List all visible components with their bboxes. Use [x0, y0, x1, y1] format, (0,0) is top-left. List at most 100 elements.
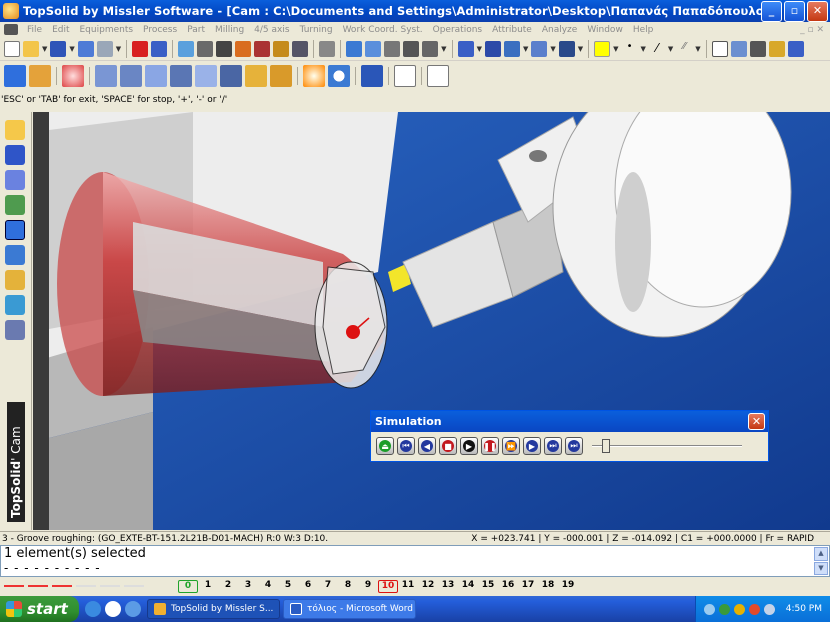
menu-4-5-axis[interactable]: 4/5 axis: [249, 25, 294, 35]
filter-icon[interactable]: [384, 40, 401, 57]
nc-file-icon[interactable]: [394, 65, 416, 87]
magnet-icon[interactable]: [403, 40, 420, 57]
maximize-button[interactable]: ▫: [784, 0, 805, 22]
cam-mode-icon[interactable]: [5, 220, 25, 240]
alert-icon[interactable]: [748, 603, 760, 615]
layer-13[interactable]: 13: [438, 580, 458, 593]
document-window-controls[interactable]: _ ▫ ✕: [800, 25, 830, 35]
postprocessor-icon[interactable]: [361, 65, 383, 87]
color-swatch-icon[interactable]: [594, 40, 611, 57]
drilling-op-icon[interactable]: [220, 65, 242, 87]
facing-op-icon[interactable]: [95, 65, 117, 87]
threading-op-icon[interactable]: [195, 65, 217, 87]
slider-thumb[interactable]: [601, 439, 610, 453]
layer-14[interactable]: 14: [458, 580, 478, 593]
new-file-icon[interactable]: [4, 40, 20, 57]
turning-part-icon[interactable]: [29, 65, 51, 87]
menu-milling[interactable]: Milling: [210, 25, 249, 35]
line-preset-white-3[interactable]: [124, 585, 144, 587]
layer-15[interactable]: 15: [478, 580, 498, 593]
task-word[interactable]: τόλιος - Microsoft Word: [283, 599, 416, 619]
show-desktop-icon[interactable]: [125, 601, 141, 617]
draft-icon[interactable]: [5, 270, 25, 290]
volume-icon[interactable]: [763, 603, 775, 615]
scroll-up-icon[interactable]: ▲: [814, 547, 828, 561]
menu-turning[interactable]: Turning: [295, 25, 338, 35]
surface-tool-icon[interactable]: [5, 195, 25, 215]
layer-18[interactable]: 18: [538, 580, 558, 593]
layer-8[interactable]: 8: [338, 580, 358, 593]
sim-fast-forward-button[interactable]: ⏩: [502, 437, 520, 455]
menu-help[interactable]: Help: [628, 25, 659, 35]
close-button[interactable]: ✕: [807, 0, 828, 22]
select-icon[interactable]: [346, 40, 363, 57]
wire-icon[interactable]: [197, 40, 214, 57]
sim-end-button[interactable]: ⏭: [565, 437, 583, 455]
menu-part[interactable]: Part: [182, 25, 210, 35]
layer-10[interactable]: 10: [378, 579, 398, 593]
line-pattern-icon[interactable]: ⁄⁄: [676, 41, 692, 57]
scroll-down-icon[interactable]: ▼: [814, 561, 828, 575]
layer-icon[interactable]: [711, 40, 728, 57]
menu-work-coord-syst[interactable]: Work Coord. Syst.: [338, 25, 428, 35]
fixture-icon[interactable]: [273, 40, 290, 57]
save-icon[interactable]: [50, 40, 67, 57]
media-icon[interactable]: [105, 601, 121, 617]
line-preset-solid-red[interactable]: [52, 585, 72, 587]
sim-home-button[interactable]: ⏏: [376, 437, 394, 455]
tool-icon[interactable]: [235, 40, 252, 57]
grooving-op-icon[interactable]: [170, 65, 192, 87]
cross-select-icon[interactable]: [365, 40, 382, 57]
line-preset-dashdot-red[interactable]: [28, 585, 48, 587]
pan-icon[interactable]: [558, 40, 575, 57]
help-icon[interactable]: [787, 40, 804, 57]
line-style-icon[interactable]: ⁄: [649, 41, 665, 57]
undo-icon[interactable]: [151, 40, 168, 57]
setup-sheet-icon[interactable]: [427, 65, 449, 87]
curve-tool-icon[interactable]: [5, 170, 25, 190]
line-preset-white-1[interactable]: [76, 585, 96, 587]
zoom-all-icon[interactable]: [484, 40, 501, 57]
point-style-icon[interactable]: •: [622, 41, 638, 57]
orbit-icon[interactable]: [531, 40, 548, 57]
sim-pause-button[interactable]: ❚❚: [481, 437, 499, 455]
start-button[interactable]: start: [0, 596, 79, 622]
hidden-lines-icon[interactable]: [216, 40, 233, 57]
menu-file[interactable]: File: [22, 25, 47, 35]
layer-16[interactable]: 16: [498, 580, 518, 593]
camera-icon[interactable]: [292, 40, 309, 57]
layer-set-icon[interactable]: [730, 40, 747, 57]
line-preset-white-2[interactable]: [100, 585, 120, 587]
menu-attribute[interactable]: Attribute: [487, 25, 537, 35]
menu-edit[interactable]: Edit: [47, 25, 74, 35]
simulation-close-button[interactable]: ✕: [748, 413, 765, 430]
layer-7[interactable]: 7: [318, 580, 338, 593]
turning-tool-icon[interactable]: [4, 65, 26, 87]
roughing-op-icon[interactable]: [120, 65, 142, 87]
tray-back-icon[interactable]: [703, 603, 715, 615]
security-icon[interactable]: [733, 603, 745, 615]
menu-process[interactable]: Process: [138, 25, 182, 35]
analysis-icon[interactable]: [5, 295, 25, 315]
shape-icon[interactable]: [5, 145, 25, 165]
simulation-icon[interactable]: [303, 65, 325, 87]
measure-icon[interactable]: [319, 40, 336, 57]
delete-icon[interactable]: [132, 40, 149, 57]
layer-active[interactable]: 0: [178, 579, 198, 593]
curve-icon[interactable]: [422, 40, 439, 57]
sim-step-forward-button[interactable]: ▶: [523, 437, 541, 455]
tools-icon[interactable]: [5, 320, 25, 340]
ie-icon[interactable]: [85, 601, 101, 617]
parting-op-icon[interactable]: [245, 65, 267, 87]
menu-operations[interactable]: Operations: [428, 25, 487, 35]
sim-stop-button[interactable]: ■: [439, 437, 457, 455]
layer-9[interactable]: 9: [358, 580, 378, 593]
layer-5[interactable]: 5: [278, 580, 298, 593]
layer-17[interactable]: 17: [518, 580, 538, 593]
layer-11[interactable]: 11: [398, 580, 418, 593]
sim-start-button[interactable]: ⏮: [397, 437, 415, 455]
layer-2[interactable]: 2: [218, 580, 238, 593]
open-folder-icon[interactable]: [23, 40, 39, 57]
assembly-icon[interactable]: [5, 245, 25, 265]
3d-viewport[interactable]: [33, 112, 830, 530]
